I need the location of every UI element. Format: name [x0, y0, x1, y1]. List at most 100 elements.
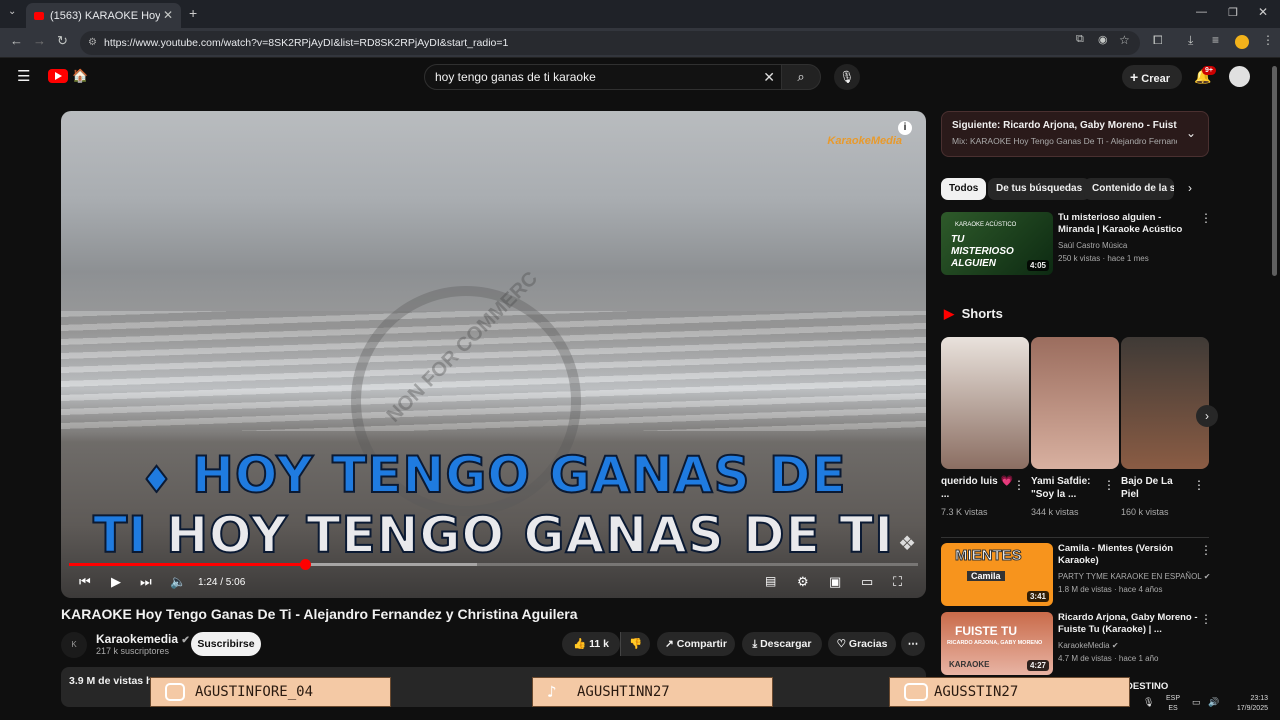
fullscreen-icon[interactable]: ⛶	[893, 574, 902, 590]
chip-from-searches[interactable]: De tus búsquedas	[988, 178, 1091, 200]
lyric-rest: HOY TENGO GANAS DE TI	[147, 505, 894, 565]
page-scrollbar[interactable]	[1272, 66, 1277, 276]
up-next-panel[interactable]: Siguiente: Ricardo Arjona, Gaby Moreno -…	[941, 111, 1209, 157]
short-thumbnail-1[interactable]	[941, 337, 1029, 469]
lyric-line-2: TI HOY TENGO GANAS DE TI	[61, 505, 926, 565]
lyric-line-1: ♦ HOY TENGO GANAS DE	[139, 445, 847, 505]
info-icon[interactable]: i	[898, 121, 912, 135]
up-next-mix: Mix: KARAOKE Hoy Tengo Ganas De Ti - Ale…	[952, 136, 1177, 146]
restore-icon[interactable]: ❐	[1228, 6, 1238, 19]
short-title-3[interactable]: Bajo De La Piel	[1121, 475, 1193, 501]
more-actions-button[interactable]: ⋯	[901, 632, 925, 656]
eye-off-icon[interactable]: ◉	[1098, 33, 1108, 46]
back-icon[interactable]: ←	[10, 33, 23, 48]
cast-icon[interactable]: ⧉	[1076, 33, 1084, 46]
chip-channel-content[interactable]: Contenido de la se	[1084, 178, 1174, 200]
more-options-icon[interactable]: ⋮	[1200, 612, 1212, 626]
video-thumbnail-1[interactable]: KARAOKE ACÚSTICO TU MISTERIOSO ALGUIEN 4…	[941, 212, 1053, 275]
video-channel-3[interactable]: KaraokeMedia ✔	[1058, 641, 1119, 650]
channel-name[interactable]: Karaokemedia ✔	[96, 632, 190, 646]
previous-icon[interactable]: ⏮	[79, 574, 91, 590]
new-tab-icon[interactable]: +	[189, 5, 197, 21]
theater-mode-icon[interactable]: ▭	[861, 574, 873, 590]
channel-watermark-icon: ❖	[898, 533, 916, 555]
more-options-icon[interactable]: ⋮	[1200, 211, 1212, 225]
short-more-icon-3[interactable]: ⋮	[1193, 478, 1205, 492]
hamburger-menu-icon[interactable]: ☰	[17, 67, 30, 85]
voice-search-button[interactable]: 🎙	[834, 64, 860, 90]
miniplayer-icon[interactable]: ▣	[829, 574, 841, 590]
clear-search-icon[interactable]: ✕	[763, 65, 775, 89]
video-channel-2[interactable]: PARTY TYME KARAOKE EN ESPAÑOL ✔	[1058, 572, 1210, 581]
profile-avatar[interactable]	[1235, 35, 1249, 49]
subtitles-icon[interactable]: ▤	[765, 574, 776, 588]
video-title-3[interactable]: Ricardo Arjona, Gaby Moreno - Fuiste Tu …	[1058, 612, 1198, 636]
search-button[interactable]: ⌕	[781, 64, 821, 90]
video-title-4[interactable]: DESTINO	[1126, 681, 1196, 693]
video-meta-3: 4.7 M de vistas · hace 1 año	[1058, 654, 1159, 663]
display-tray-icon[interactable]: ▭	[1192, 697, 1201, 708]
video-thumbnail-2[interactable]: MIENTES Camila 3:41	[941, 543, 1053, 606]
share-button[interactable]: ↗ Compartir	[657, 632, 735, 656]
like-button[interactable]: 👍 11 k	[562, 632, 620, 656]
input-language[interactable]: ESP ES	[1166, 694, 1180, 714]
lyric-highlight: TI	[92, 505, 148, 565]
short-more-icon-2[interactable]: ⋮	[1103, 478, 1115, 492]
bookmark-star-icon[interactable]: ☆	[1119, 33, 1130, 47]
more-options-icon[interactable]: ⋮	[1200, 543, 1212, 557]
video-player[interactable]: NON FOR COMMERC KaraokeMedia i ♦ HOY TEN…	[61, 111, 926, 598]
short-title-2[interactable]: Yami Safdie: "Soy la ...	[1031, 475, 1103, 501]
forward-icon[interactable]: →	[33, 33, 46, 48]
browser-menu-icon[interactable]: ⋮	[1262, 33, 1274, 47]
time-display: 1:24 / 5:06	[198, 577, 246, 588]
short-thumbnail-3[interactable]	[1121, 337, 1209, 469]
thanks-heart-icon: ♡	[836, 638, 846, 650]
microphone-tray-icon[interactable]: 🎙	[1143, 697, 1154, 708]
thumbs-down-icon: 👎	[628, 638, 643, 650]
subscribe-button[interactable]: Suscribirse	[191, 632, 261, 656]
close-tab-icon[interactable]: ✕	[163, 8, 173, 22]
address-bar[interactable]: ⚙ https://www.youtube.com/watch?v=8SK2RP…	[80, 31, 1140, 55]
minimize-icon[interactable]: —	[1196, 6, 1207, 18]
verified-check-icon: ✔	[1203, 572, 1211, 581]
video-title-1[interactable]: Tu misterioso alguien - Miranda | Karaok…	[1058, 212, 1198, 236]
search-input[interactable]: hoy tengo ganas de ti karaoke ✕	[424, 64, 782, 90]
next-icon[interactable]: ⏭	[140, 574, 152, 590]
site-info-icon[interactable]: ⚙	[88, 31, 97, 55]
youtube-logo-icon[interactable]	[48, 69, 68, 83]
download-button[interactable]: ⤓ Descargar	[742, 632, 822, 656]
video-thumbnail-3[interactable]: FUISTE TU RICARDO ARJONA, GABY MORENO KA…	[941, 612, 1053, 675]
more-horizontal-icon: ⋯	[907, 638, 919, 650]
short-more-icon-1[interactable]: ⋮	[1013, 478, 1025, 492]
progress-bar[interactable]	[69, 559, 918, 570]
channel-avatar[interactable]: K	[61, 632, 87, 658]
media-controls-icon[interactable]: ≡	[1212, 33, 1219, 47]
shorts-next-arrow-icon[interactable]: ›	[1196, 405, 1218, 427]
chevron-right-icon[interactable]: ›	[1188, 181, 1192, 195]
play-icon[interactable]: ▶	[111, 574, 121, 590]
video-title: KARAOKE Hoy Tengo Ganas De Ti - Alejandr…	[61, 606, 578, 622]
youtube-favicon-icon	[34, 11, 44, 20]
taskbar-clock[interactable]: 23:13 17/9/2025	[1226, 694, 1268, 714]
chip-all[interactable]: Todos	[941, 178, 987, 200]
chevron-down-icon[interactable]: ⌄	[1186, 126, 1196, 140]
settings-gear-icon[interactable]: ⚙	[797, 574, 809, 590]
short-title-1[interactable]: querido luis 💗 ...	[941, 475, 1013, 501]
dislike-button[interactable]: 👎	[620, 632, 650, 656]
divider	[941, 537, 1209, 538]
tab-list-icon[interactable]: ⌄	[8, 6, 16, 17]
extensions-icon[interactable]: ⧠	[1153, 33, 1163, 48]
volume-icon[interactable]: 🔈	[170, 574, 186, 590]
doodle-house-icon[interactable]: 🏠	[72, 68, 88, 84]
video-channel-1[interactable]: Saúl Castro Música	[1058, 241, 1127, 250]
volume-tray-icon[interactable]: 🔊	[1208, 697, 1219, 708]
downloads-icon[interactable]: ⤓	[1188, 33, 1193, 48]
thanks-button[interactable]: ♡ Gracias	[828, 632, 896, 656]
short-thumbnail-2[interactable]	[1031, 337, 1119, 469]
video-title-2[interactable]: Camila - Mientes (Versión Karaoke)	[1058, 543, 1198, 567]
create-button[interactable]: + Crear	[1122, 65, 1182, 89]
reload-icon[interactable]: ↻	[57, 33, 68, 49]
close-window-icon[interactable]: ✕	[1258, 5, 1268, 19]
account-avatar[interactable]	[1229, 66, 1250, 87]
browser-tab[interactable]: (1563) KARAOKE Hoy Tengo Gan ✕	[26, 3, 181, 28]
